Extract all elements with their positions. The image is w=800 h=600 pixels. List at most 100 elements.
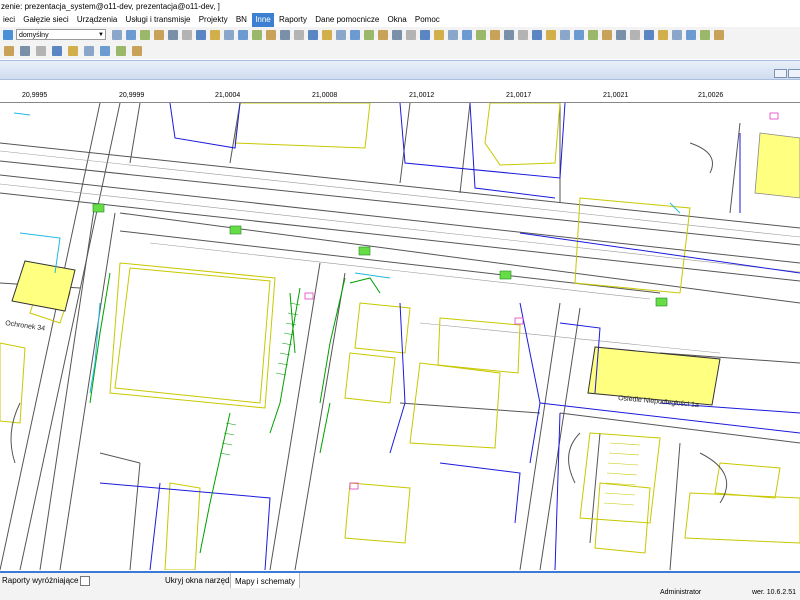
reports-label: Raporty wyróżniające <box>2 576 79 585</box>
toolbar-tool-icon[interactable] <box>4 46 14 56</box>
main-toolbar <box>0 27 800 45</box>
toolbar-tool-icon[interactable] <box>140 30 150 40</box>
toolbar-tool-icon[interactable] <box>280 30 290 40</box>
toolbar-tool-icon[interactable] <box>406 30 416 40</box>
search-icon[interactable] <box>3 30 13 40</box>
ruler-label: 20,9999 <box>119 92 145 99</box>
menu-item-bn[interactable]: BN <box>233 13 250 27</box>
hide-tools-button[interactable]: Ukryj okna narzędzi <box>165 576 235 585</box>
toolbar-tool-icon[interactable] <box>252 30 262 40</box>
toolbar-tool-icon[interactable] <box>616 30 626 40</box>
toolbar-tool-icon[interactable] <box>112 30 122 40</box>
ruler-label: 21,0017 <box>506 92 532 99</box>
toolbar-tool-icon[interactable] <box>126 30 136 40</box>
toolbar-tool-icon[interactable] <box>266 30 276 40</box>
menu-item-raporty[interactable]: Raporty <box>276 13 310 27</box>
style-select[interactable]: domyślny ▼ <box>16 29 106 40</box>
toolbar-tool-icon[interactable] <box>168 30 178 40</box>
map-canvas[interactable]: Ochronek 34 Osiedle Niepodległości 1a <box>0 103 800 570</box>
toolbar-tool-icon[interactable] <box>210 30 220 40</box>
ruler-label: 21,0012 <box>409 92 435 99</box>
document-tab-bar <box>0 60 800 80</box>
toolbar-tool-icon[interactable] <box>392 30 402 40</box>
toolbar-tool-icon[interactable] <box>238 30 248 40</box>
toolbar-tool-icon[interactable] <box>476 30 486 40</box>
toolbar-tool-icon[interactable] <box>182 30 192 40</box>
toolbar-tool-icon[interactable] <box>672 30 682 40</box>
maximize-window-button[interactable] <box>788 69 800 78</box>
toolbar-tool-icon[interactable] <box>658 30 668 40</box>
menu-item-projekty[interactable]: Projekty <box>196 13 231 27</box>
toolbar-tool-icon[interactable] <box>686 30 696 40</box>
secondary-toolbar <box>0 44 800 59</box>
toolbar-tool-icon[interactable] <box>700 30 710 40</box>
toolbar-tool-icon[interactable] <box>602 30 612 40</box>
toolbar-tool-icon[interactable] <box>588 30 598 40</box>
toolbar-tool-icon[interactable] <box>644 30 654 40</box>
toolbar-tool-icon[interactable] <box>322 30 332 40</box>
building-label: Ochronek 34 <box>5 320 46 333</box>
toolbar-tool-icon[interactable] <box>574 30 584 40</box>
ruler-label: 21,0008 <box>312 92 338 99</box>
chevron-down-icon: ▼ <box>98 32 104 38</box>
toolbar-tool-icon[interactable] <box>378 30 388 40</box>
restore-window-button[interactable] <box>774 69 787 78</box>
toolbar-tool-icon[interactable] <box>154 30 164 40</box>
toolbar-tool-icon[interactable] <box>52 46 62 56</box>
menu-item-okna[interactable]: Okna <box>385 13 410 27</box>
toolbar-tool-icon[interactable] <box>68 46 78 56</box>
user-name: Administrator <box>660 589 702 596</box>
toolbar-tool-icon[interactable] <box>532 30 542 40</box>
version-text: wer. 10.6.2.51 <box>752 589 796 596</box>
toolbar-tool-icon[interactable] <box>336 30 346 40</box>
toolbar-tool-icon[interactable] <box>434 30 444 40</box>
toolbar-tool-icon[interactable] <box>462 30 472 40</box>
building-outlines <box>0 103 800 570</box>
toolbar-tool-icon[interactable] <box>518 30 528 40</box>
bottom-info-bar: Administrator wer. 10.6.2.51 <box>0 588 800 600</box>
toolbar-tool-icon[interactable] <box>448 30 458 40</box>
menu-item-uslugi[interactable]: Usługi i transmisje <box>123 13 194 27</box>
ruler-label: 21,0026 <box>698 92 724 99</box>
pink-markers <box>304 112 779 490</box>
toolbar-tool-icon[interactable] <box>132 46 142 56</box>
toolbar-tool-icon[interactable] <box>560 30 570 40</box>
toolbar-tool-icon[interactable] <box>420 30 430 40</box>
toolbar-tool-icon[interactable] <box>350 30 360 40</box>
duct-network <box>89 272 381 554</box>
toolbar-tool-icon[interactable] <box>630 30 640 40</box>
coordinate-ruler: 20,9995 20,9999 21,0004 21,0008 21,0012 … <box>0 90 800 103</box>
toolbar-tool-icon[interactable] <box>308 30 318 40</box>
menu-item-urzadzenia[interactable]: Urządzenia <box>74 13 120 27</box>
toolbar-tool-icon[interactable] <box>196 30 206 40</box>
menu-item-dane-pomocnicze[interactable]: Dane pomocnicze <box>312 13 382 27</box>
menu-item-inne[interactable]: Inne <box>252 13 274 27</box>
menu-item-sieci[interactable]: ieci <box>0 13 18 27</box>
toolbar-tool-icon[interactable] <box>84 46 94 56</box>
reports-dropdown[interactable]: Raporty wyróżniające ▾ <box>2 576 85 585</box>
toolbar-tool-icon[interactable] <box>504 30 514 40</box>
ruler-label: 21,0021 <box>603 92 629 99</box>
toolbar-tool-icon[interactable] <box>36 46 46 56</box>
road-network <box>0 103 800 570</box>
toolbar-tool-icon[interactable] <box>294 30 304 40</box>
menu-item-galezie-sieci[interactable]: Gałęzie sieci <box>20 13 71 27</box>
ruler-label: 20,9995 <box>22 92 48 99</box>
reports-checkbox[interactable] <box>80 576 90 586</box>
toolbar-tool-icon[interactable] <box>116 46 126 56</box>
map-drawing[interactable]: Ochronek 34 Osiedle Niepodległości 1a <box>0 103 800 570</box>
toolbar-tool-icon[interactable] <box>490 30 500 40</box>
parking-hatching <box>603 442 641 506</box>
toolbar-tool-icon[interactable] <box>714 30 724 40</box>
toolbar-tool-icon[interactable] <box>546 30 556 40</box>
toolbar-tool-icon[interactable] <box>224 30 234 40</box>
toolbar-tool-icon[interactable] <box>20 46 30 56</box>
menu-bar: ieci Gałęzie sieci Urządzenia Usługi i t… <box>0 13 800 27</box>
toolbar-tool-icon[interactable] <box>364 30 374 40</box>
network-nodes[interactable] <box>92 203 668 307</box>
building-ochronek[interactable] <box>11 260 76 312</box>
toolbar-tool-icon[interactable] <box>100 46 110 56</box>
ruler-label: 21,0004 <box>215 92 241 99</box>
menu-item-pomoc[interactable]: Pomoc <box>412 13 443 27</box>
building-partial[interactable] <box>754 132 800 199</box>
